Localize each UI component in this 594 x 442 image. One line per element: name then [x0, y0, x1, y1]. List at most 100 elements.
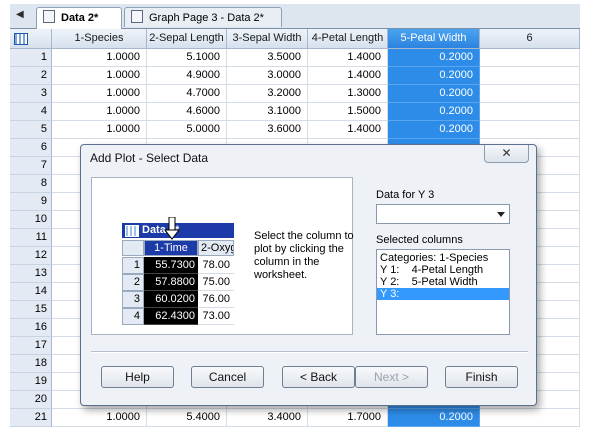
list-item[interactable]: Y 2: 5-Petal Width: [377, 276, 509, 288]
table-cell[interactable]: 1.4000: [308, 67, 388, 85]
tab-label: Data 2*: [61, 12, 99, 24]
data-for-dropdown[interactable]: [376, 204, 510, 224]
table-cell[interactable]: 3.6000: [227, 121, 308, 139]
row-header[interactable]: 11: [10, 229, 52, 247]
table-cell[interactable]: 0.2000: [388, 85, 480, 103]
row-header[interactable]: 1: [10, 49, 52, 67]
close-icon: ✕: [501, 146, 512, 160]
preview-worksheet: Data 1* 1-Time 2-Oxyg 1 55.7300 78.00 2 …: [122, 217, 234, 325]
table-cell[interactable]: [480, 49, 580, 67]
list-item[interactable]: Y 1: 4-Petal Length: [377, 264, 509, 276]
next-button[interactable]: Next >: [355, 366, 428, 388]
worksheet-icon: [125, 225, 139, 237]
graph-page-icon: [131, 10, 143, 23]
selected-columns-list[interactable]: Categories: 1-Species Y 1: 4-Petal Lengt…: [376, 249, 510, 335]
tab-label: Graph Page 3 - Data 2*: [149, 12, 264, 24]
preview-cell: 78.00: [198, 257, 234, 274]
table-cell[interactable]: 4.6000: [147, 103, 227, 121]
row-header[interactable]: 7: [10, 157, 52, 175]
data-for-label: Data for Y 3: [376, 189, 435, 201]
preview-row-number: 2: [122, 274, 144, 291]
row-header[interactable]: 13: [10, 265, 52, 283]
preview-cell: 57.8800: [144, 274, 198, 291]
column-header[interactable]: 3-Sepal Width: [227, 29, 308, 49]
row-header[interactable]: 4: [10, 103, 52, 121]
row-header[interactable]: 6: [10, 139, 52, 157]
preview-row-number: 3: [122, 291, 144, 308]
table-cell[interactable]: 1.5000: [308, 103, 388, 121]
row-header[interactable]: 8: [10, 175, 52, 193]
table-cell[interactable]: 3.0000: [227, 67, 308, 85]
table-cell[interactable]: 0.2000: [388, 49, 480, 67]
preview-cell: 76.00: [198, 291, 234, 308]
row-header[interactable]: 19: [10, 373, 52, 391]
row-header[interactable]: 16: [10, 319, 52, 337]
table-cell[interactable]: 1.0000: [52, 103, 147, 121]
row-header[interactable]: 2: [10, 67, 52, 85]
table-cell[interactable]: 1.0000: [52, 67, 147, 85]
row-header[interactable]: 18: [10, 355, 52, 373]
column-header[interactable]: 2-Sepal Length: [147, 29, 227, 49]
row-header[interactable]: 10: [10, 211, 52, 229]
table-cell[interactable]: 3.1000: [227, 103, 308, 121]
table-cell[interactable]: 5.0000: [147, 121, 227, 139]
table-cell[interactable]: 0.2000: [388, 103, 480, 121]
row-header[interactable]: 9: [10, 193, 52, 211]
dialog-title: Add Plot - Select Data: [90, 151, 209, 165]
cancel-button[interactable]: Cancel: [191, 366, 264, 388]
instruction-preview-panel: Data 1* 1-Time 2-Oxyg 1 55.7300 78.00 2 …: [91, 177, 354, 335]
column-header[interactable]: 4-Petal Length: [308, 29, 388, 49]
table-cell[interactable]: 4.7000: [147, 85, 227, 103]
table-cell[interactable]: 1.3000: [308, 85, 388, 103]
table-cell[interactable]: 1.0000: [52, 121, 147, 139]
table-cell[interactable]: [480, 67, 580, 85]
row-header[interactable]: 3: [10, 85, 52, 103]
torn-edge-decoration: [0, 429, 594, 442]
select-all-corner[interactable]: [10, 29, 52, 49]
table-cell[interactable]: 0.2000: [388, 67, 480, 85]
table-cell[interactable]: 5.1000: [147, 49, 227, 67]
chevron-down-icon: [497, 212, 505, 217]
column-header[interactable]: 5-Petal Width: [388, 29, 480, 49]
table-cell[interactable]: 1.0000: [52, 85, 147, 103]
row-header[interactable]: 14: [10, 283, 52, 301]
preview-row-number: 4: [122, 308, 144, 325]
preview-corner: [122, 240, 144, 256]
preview-column-header: 2-Oxyg: [198, 240, 234, 256]
row-header[interactable]: 20: [10, 391, 52, 409]
tab-graph-page-3[interactable]: Graph Page 3 - Data 2*: [124, 7, 282, 27]
column-header[interactable]: 6: [480, 29, 580, 49]
table-cell[interactable]: [480, 85, 580, 103]
table-cell[interactable]: 0.2000: [388, 121, 480, 139]
dialog-divider: [91, 351, 528, 353]
table-cell[interactable]: [480, 103, 580, 121]
tab-scroll-arrow-icon[interactable]: ◀: [16, 9, 24, 20]
preview-cell: 60.0200: [144, 291, 198, 308]
row-header[interactable]: 15: [10, 301, 52, 319]
help-button[interactable]: Help: [101, 366, 174, 388]
preview-cell: 75.00: [198, 274, 234, 291]
finish-button[interactable]: Finish: [445, 366, 518, 388]
table-cell[interactable]: 3.2000: [227, 85, 308, 103]
table-cell[interactable]: 1.0000: [52, 49, 147, 67]
table-cell[interactable]: [480, 121, 580, 139]
selected-columns-label: Selected columns: [376, 234, 463, 246]
table-cell[interactable]: 1.4000: [308, 121, 388, 139]
row-header[interactable]: 5: [10, 121, 52, 139]
row-header[interactable]: 12: [10, 247, 52, 265]
document-tab-strip: ◀ Data 2* Graph Page 3 - Data 2*: [10, 4, 580, 29]
preview-row-number: 1: [122, 257, 144, 274]
close-button[interactable]: ✕: [484, 145, 529, 163]
table-cell[interactable]: 3.5000: [227, 49, 308, 67]
column-header[interactable]: 1-Species: [52, 29, 147, 49]
dropdown-value: [377, 205, 380, 217]
table-cell[interactable]: 1.4000: [308, 49, 388, 67]
tab-data-2[interactable]: Data 2*: [36, 7, 122, 29]
preview-cell: 73.00: [198, 308, 234, 325]
table-cell[interactable]: 4.9000: [147, 67, 227, 85]
back-button[interactable]: < Back: [282, 366, 355, 388]
list-item-selected[interactable]: Y 3:: [377, 288, 509, 300]
list-item[interactable]: Categories: 1-Species: [377, 252, 509, 264]
worksheet-icon: [43, 10, 55, 23]
row-header[interactable]: 17: [10, 337, 52, 355]
